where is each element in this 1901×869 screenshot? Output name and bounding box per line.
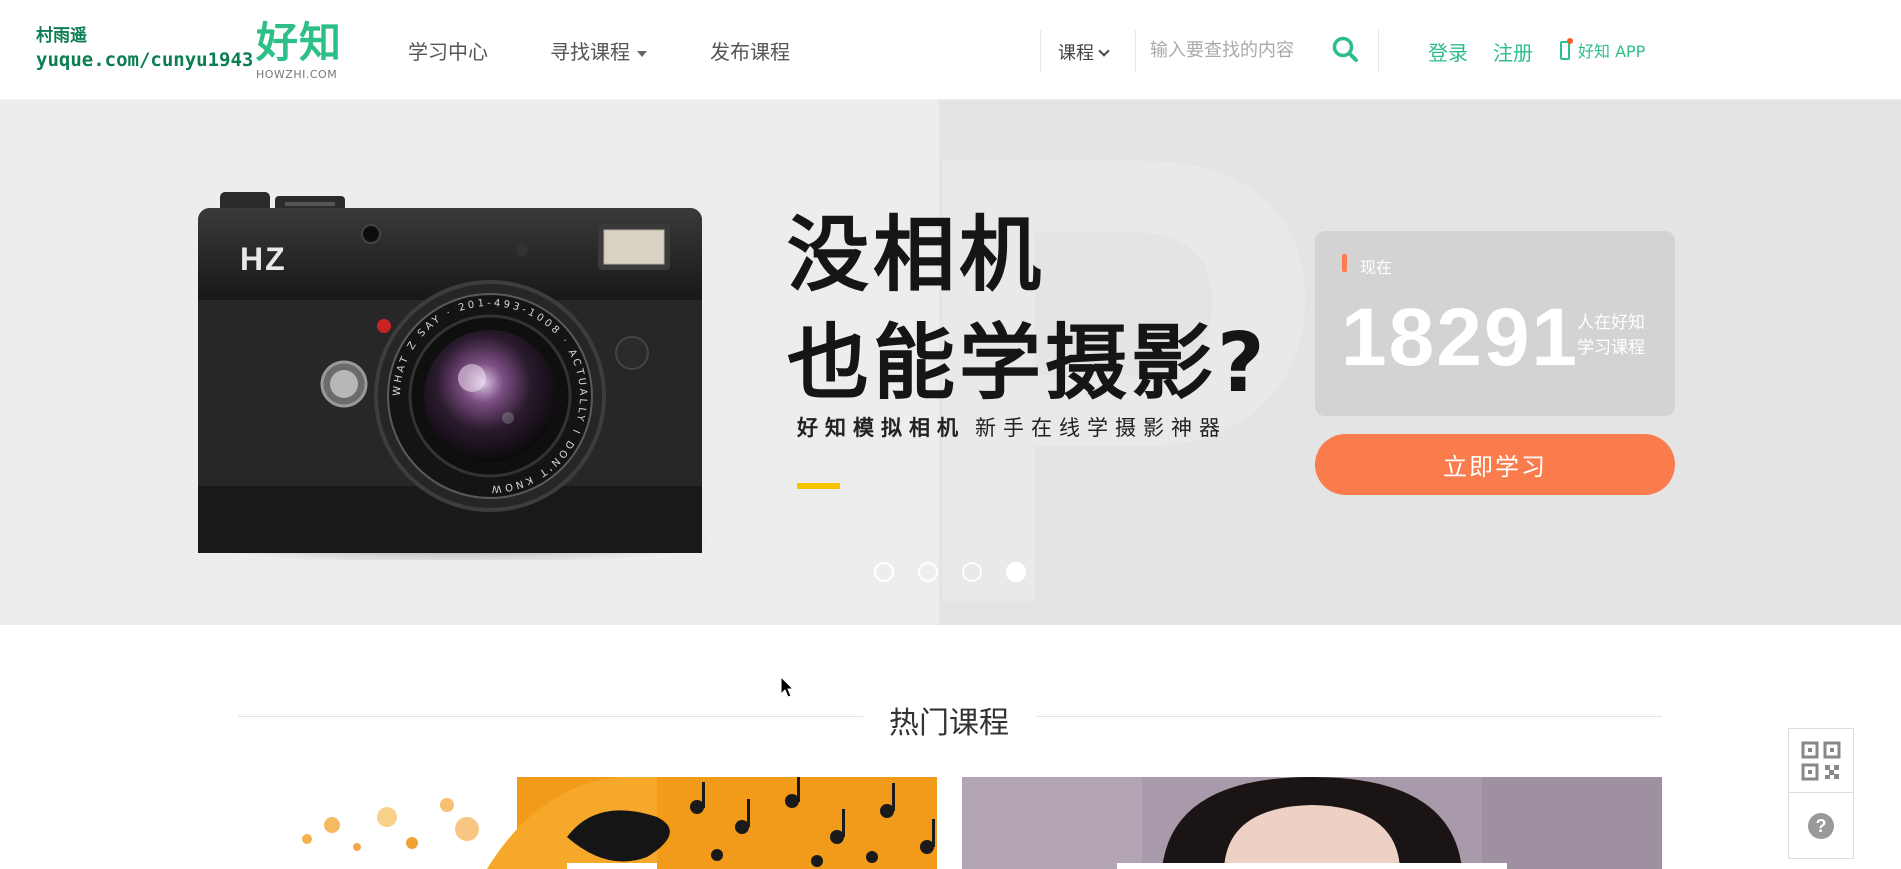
stat-label: 现在 xyxy=(1360,258,1393,277)
search-category-label: 课程 xyxy=(1058,43,1094,64)
login-link[interactable]: 登录 xyxy=(1428,37,1468,66)
banner-subtitle: 好知模拟相机 新手在线学摄影神器 xyxy=(797,412,1227,442)
qr-code-button[interactable] xyxy=(1789,729,1853,793)
register-link[interactable]: 注册 xyxy=(1493,37,1533,66)
section-title: 热门课程 xyxy=(889,706,1009,741)
help-button[interactable]: ? xyxy=(1789,794,1853,858)
help-icon: ? xyxy=(1808,813,1834,839)
banner-headline: 没相机 也能学摄影? xyxy=(787,202,1269,418)
accent-dash xyxy=(797,483,840,489)
watermark-author: 村雨遥 xyxy=(36,26,87,46)
cursor-icon xyxy=(780,676,794,698)
nav-learning-center[interactable]: 学习中心 xyxy=(408,36,488,65)
nav-find-courses-label: 寻找课程 xyxy=(550,40,630,64)
watermark-url: yuque.com/cunyu1943 xyxy=(36,49,254,71)
search-category-select[interactable]: 课程 xyxy=(1058,39,1110,65)
learner-count-card: 现在 18291 人在好知学习课程 xyxy=(1315,231,1675,416)
top-header: 村雨遥 yuque.com/cunyu1943 好知 HOWZHI.COM 学习… xyxy=(0,0,1901,100)
carousel-dot-4[interactable] xyxy=(1006,562,1026,582)
chevron-down-icon xyxy=(1098,45,1110,57)
headline-line-1: 没相机 xyxy=(787,208,1046,303)
section-divider-right xyxy=(1037,716,1662,717)
app-download-link[interactable]: 好知 APP xyxy=(1560,37,1646,62)
search-button[interactable] xyxy=(1330,34,1362,66)
logo-english: HOWZHI.COM xyxy=(256,68,338,81)
logo-chinese: 好知 xyxy=(256,18,343,67)
subtitle-product: 好知模拟相机 xyxy=(797,416,965,440)
course-thumbnail-portrait xyxy=(962,777,1662,869)
app-link-label: 好知 APP xyxy=(1578,42,1646,61)
learner-count: 18291 xyxy=(1341,292,1580,383)
subtitle-tagline: 新手在线学摄影神器 xyxy=(975,416,1227,440)
carousel-dot-3[interactable] xyxy=(962,562,982,582)
camera-illustration: HZ WHAT Z SAY · 201-493-1008 · ACTUALLY … xyxy=(195,192,710,560)
nav-find-courses[interactable]: 寻找课程 xyxy=(550,36,647,65)
search-icon xyxy=(1332,36,1358,62)
hero-banner[interactable]: P HZ WHAT Z SAY · 201-493-1008 · ACTUALL… xyxy=(0,100,1901,625)
stat-accent-bar xyxy=(1342,254,1347,272)
divider xyxy=(1378,30,1379,72)
nav-publish-course[interactable]: 发布课程 xyxy=(710,36,790,65)
divider xyxy=(1040,30,1041,72)
stat-description: 人在好知学习课程 xyxy=(1577,313,1645,358)
start-learning-button[interactable]: 立即学习 xyxy=(1315,434,1675,495)
course-thumbnail-music xyxy=(302,777,937,869)
phone-icon xyxy=(1560,37,1573,60)
divider xyxy=(1135,30,1136,72)
floating-sidebar: ? xyxy=(1788,728,1854,859)
course-card-portrait[interactable] xyxy=(962,777,1662,869)
headline-line-2: 也能学摄影? xyxy=(787,316,1269,411)
carousel-dot-2[interactable] xyxy=(918,562,938,582)
section-divider-left xyxy=(238,716,863,717)
watermark: 村雨遥 yuque.com/cunyu1943 xyxy=(36,24,253,72)
course-card-music[interactable] xyxy=(237,777,937,869)
carousel-dot-1[interactable] xyxy=(874,562,894,582)
carousel-pagination xyxy=(874,562,1026,582)
caret-down-icon xyxy=(637,50,647,57)
qr-code-icon xyxy=(1801,741,1841,781)
search-input[interactable] xyxy=(1150,32,1330,68)
site-logo[interactable]: 好知 HOWZHI.COM xyxy=(256,18,346,82)
camera-brand: HZ xyxy=(240,241,287,277)
